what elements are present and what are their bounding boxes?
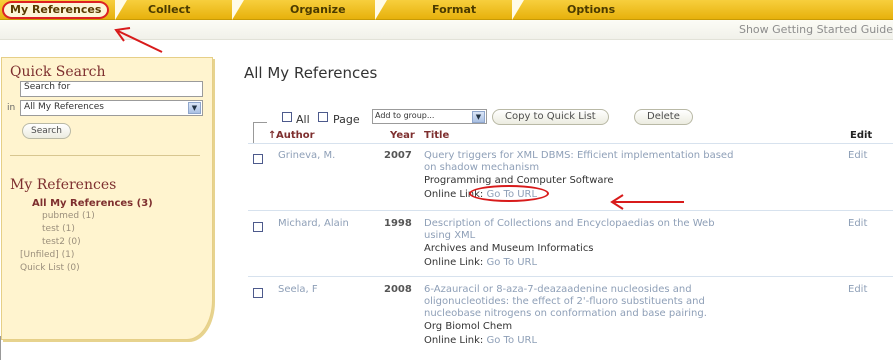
row-title-line: Query triggers for XML DBMS: Efficient i… [424,150,734,161]
page-edge-line [0,336,1,360]
row-divider [248,276,893,277]
tree-item-unfiled[interactable]: [Unfiled] (1) [20,250,74,260]
tree-item-all-references[interactable]: All My References (3) [32,198,153,209]
tree-item-pubmed[interactable]: pubmed (1) [42,211,95,221]
row-edit-link[interactable]: Edit [848,218,867,229]
scope-select[interactable]: All My References ▼ [20,100,203,116]
page-title: All My References [244,64,378,82]
search-button[interactable]: Search [22,123,71,139]
row-checkbox[interactable] [253,288,263,298]
go-to-url-link[interactable]: Go To URL [486,335,537,346]
row-checkbox[interactable] [253,154,263,164]
quick-search-heading: Quick Search [10,64,106,80]
row-author[interactable]: Seela, F [278,284,318,295]
row-author[interactable]: Grineva, M. [278,150,335,161]
annotation-arrow-link [610,194,684,210]
row-title-line: nucleobase nitrogens on conformation and… [424,308,707,319]
search-input[interactable]: Search for [20,81,203,97]
online-link-label: Online Link [424,335,480,346]
column-header-edit: Edit [850,130,873,141]
select-all-checkbox[interactable] [282,112,292,122]
sidebar-divider [10,155,200,156]
copy-to-quick-list-button[interactable]: Copy to Quick List [492,109,609,125]
tree-item-test2[interactable]: test2 (0) [42,237,81,247]
in-label: in [7,103,16,113]
row-online-link: Online Link: Go To URL [424,335,537,346]
sidebar-panel: Quick Search Search for in All My Refere… [1,57,213,340]
annotation-circle [469,185,549,202]
row-year: 2008 [384,284,412,295]
scope-select-value: All My References [24,102,104,112]
row-title-line: oligonucleotides: the effect of 2'-fluor… [424,296,705,307]
row-edit-link[interactable]: Edit [848,284,867,295]
add-to-group-value: Add to group... [375,111,435,120]
column-header-title[interactable]: Title [424,130,449,141]
row-checkbox[interactable] [253,222,263,232]
go-to-url-link[interactable]: Go To URL [486,257,537,268]
delete-button[interactable]: Delete [634,109,693,125]
add-to-group-select[interactable]: Add to group... ▼ [372,109,487,124]
row-title-line: on shadow mechanism [424,162,540,173]
my-references-heading: My References [10,177,117,193]
tree-item-test[interactable]: test (1) [42,224,75,234]
row-title[interactable]: Description of Collections and Encyclopa… [424,218,834,242]
chevron-down-icon[interactable]: ▼ [188,102,201,114]
tree-item-quick-list[interactable]: Quick List (0) [20,263,80,273]
row-divider [248,210,893,211]
row-divider [248,143,893,144]
select-page-label: Page [333,113,360,126]
select-all-label: All [296,113,310,126]
row-journal: Org Biomol Chem [424,321,513,332]
column-header-year[interactable]: Year [390,130,415,141]
select-page-checkbox[interactable] [318,112,328,122]
chevron-down-icon[interactable]: ▼ [472,111,485,123]
row-year: 2007 [384,150,412,161]
row-title-line: Description of Collections and Encyclopa… [424,218,715,229]
row-online-link: Online Link: Go To URL [424,257,537,268]
row-title[interactable]: 6-Azauracil or 8-aza-7-deazaadenine nucl… [424,284,834,320]
row-title-line: 6-Azauracil or 8-aza-7-deazaadenine nucl… [424,284,692,295]
row-title-line: using XML [424,230,476,241]
row-author[interactable]: Michard, Alain [278,218,349,229]
column-header-author[interactable]: Author [276,130,315,141]
annotation-arrow-tab [114,27,163,53]
row-title[interactable]: Query triggers for XML DBMS: Efficient i… [424,150,834,174]
row-edit-link[interactable]: Edit [848,150,867,161]
online-link-label: Online Link [424,257,480,268]
selection-bracket [253,122,267,144]
row-year: 1998 [384,218,412,229]
row-journal: Archives and Museum Informatics [424,243,594,254]
